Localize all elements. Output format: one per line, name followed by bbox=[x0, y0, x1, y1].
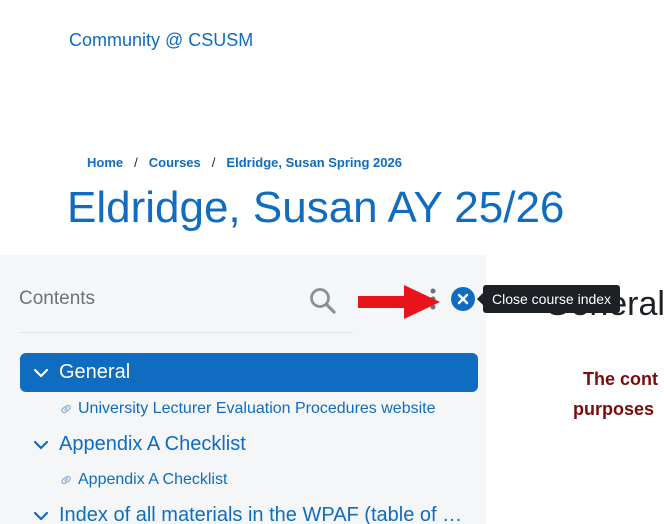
chevron-down-icon[interactable] bbox=[33, 508, 49, 524]
drawer-divider bbox=[19, 332, 353, 333]
notice-text-line: The cont bbox=[583, 369, 658, 389]
activity-label[interactable]: University Lecturer Evaluation Procedure… bbox=[78, 400, 436, 418]
close-icon bbox=[457, 293, 469, 305]
activity-label[interactable]: Appendix A Checklist bbox=[78, 471, 227, 489]
section-label[interactable]: Index of all materials in the WPAF (tabl… bbox=[59, 504, 464, 524]
section-label[interactable]: Appendix A Checklist bbox=[59, 433, 246, 456]
close-course-index-tooltip: Close course index bbox=[476, 285, 621, 313]
course-index-section-appendix-a[interactable]: Appendix A Checklist bbox=[20, 425, 478, 464]
search-icon bbox=[310, 288, 336, 314]
site-name-link[interactable]: Community @ CSUSM bbox=[69, 30, 253, 51]
breadcrumb-home[interactable]: Home bbox=[87, 155, 123, 170]
chevron-down-icon[interactable] bbox=[33, 365, 49, 381]
link-icon bbox=[61, 404, 71, 414]
search-button[interactable] bbox=[306, 285, 338, 317]
course-index-section-general[interactable]: General bbox=[20, 353, 478, 392]
chevron-down-icon[interactable] bbox=[33, 437, 49, 453]
breadcrumb-separator: / bbox=[211, 155, 216, 170]
course-index-title: Contents bbox=[19, 288, 96, 309]
close-course-index-button[interactable] bbox=[451, 287, 475, 311]
course-index-activity[interactable]: University Lecturer Evaluation Procedure… bbox=[59, 400, 436, 418]
annotation-arrow-icon bbox=[358, 285, 440, 319]
breadcrumb: Home / Courses / Eldridge, Susan Spring … bbox=[87, 155, 402, 170]
course-index-activity[interactable]: Appendix A Checklist bbox=[59, 471, 227, 489]
page-title: Eldridge, Susan AY 25/26 bbox=[67, 183, 565, 232]
section-label[interactable]: General bbox=[59, 361, 130, 384]
breadcrumb-separator: / bbox=[134, 155, 138, 170]
link-icon bbox=[61, 475, 71, 485]
notice-text-line: purposes bbox=[573, 399, 655, 419]
breadcrumb-course[interactable]: Eldridge, Susan Spring 2026 bbox=[226, 155, 402, 170]
breadcrumb-courses[interactable]: Courses bbox=[149, 155, 201, 170]
course-index-section-index-materials[interactable]: Index of all materials in the WPAF (tabl… bbox=[20, 496, 478, 524]
